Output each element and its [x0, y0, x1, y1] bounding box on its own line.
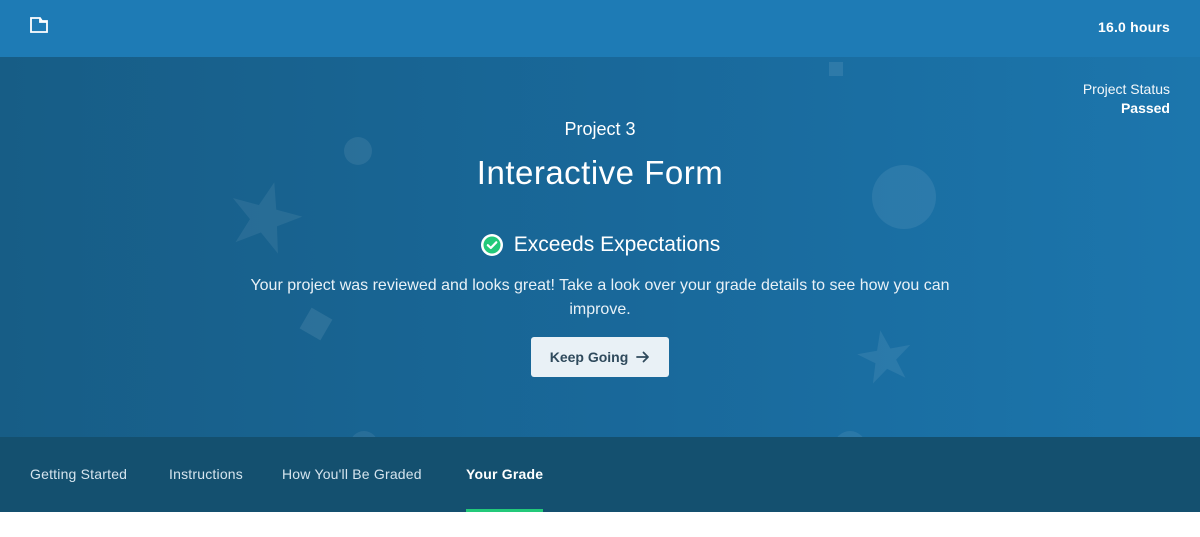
project-tabs: Getting Started Instructions How You'll … [0, 437, 1200, 512]
decorative-circle [352, 431, 376, 437]
keep-going-button[interactable]: Keep Going [531, 337, 669, 377]
decorative-star-icon [857, 330, 911, 384]
tab-your-grade[interactable]: Your Grade [466, 437, 544, 512]
decorative-square [829, 62, 843, 76]
project-status: Project Status Passed [1083, 81, 1170, 116]
tab-how-youll-be-graded[interactable]: How You'll Be Graded [282, 437, 422, 512]
top-bar: 16.0 hours [0, 0, 1200, 57]
tab-getting-started[interactable]: Getting Started [30, 437, 127, 512]
project-status-value: Passed [1120, 100, 1170, 116]
project-hero: Project Status Passed Project 3 Interact… [0, 57, 1200, 437]
project-number: Project 3 [564, 119, 636, 139]
check-circle-icon [480, 234, 503, 256]
folder-icon[interactable] [30, 17, 48, 33]
keep-going-label: Keep Going [549, 349, 629, 365]
grade-label: Exceeds Expectations [513, 233, 721, 256]
arrow-right-icon [636, 351, 650, 363]
grade-description: Your project was reviewed and looks grea… [250, 277, 950, 318]
decorative-circle [837, 431, 863, 437]
project-status-label: Project Status [1082, 81, 1170, 97]
project-title: Interactive Form [476, 154, 724, 191]
tab-instructions[interactable]: Instructions [169, 437, 243, 512]
estimated-hours: 16.0 hours [1097, 19, 1170, 35]
grade-result: Exceeds Expectations [0, 233, 1200, 257]
